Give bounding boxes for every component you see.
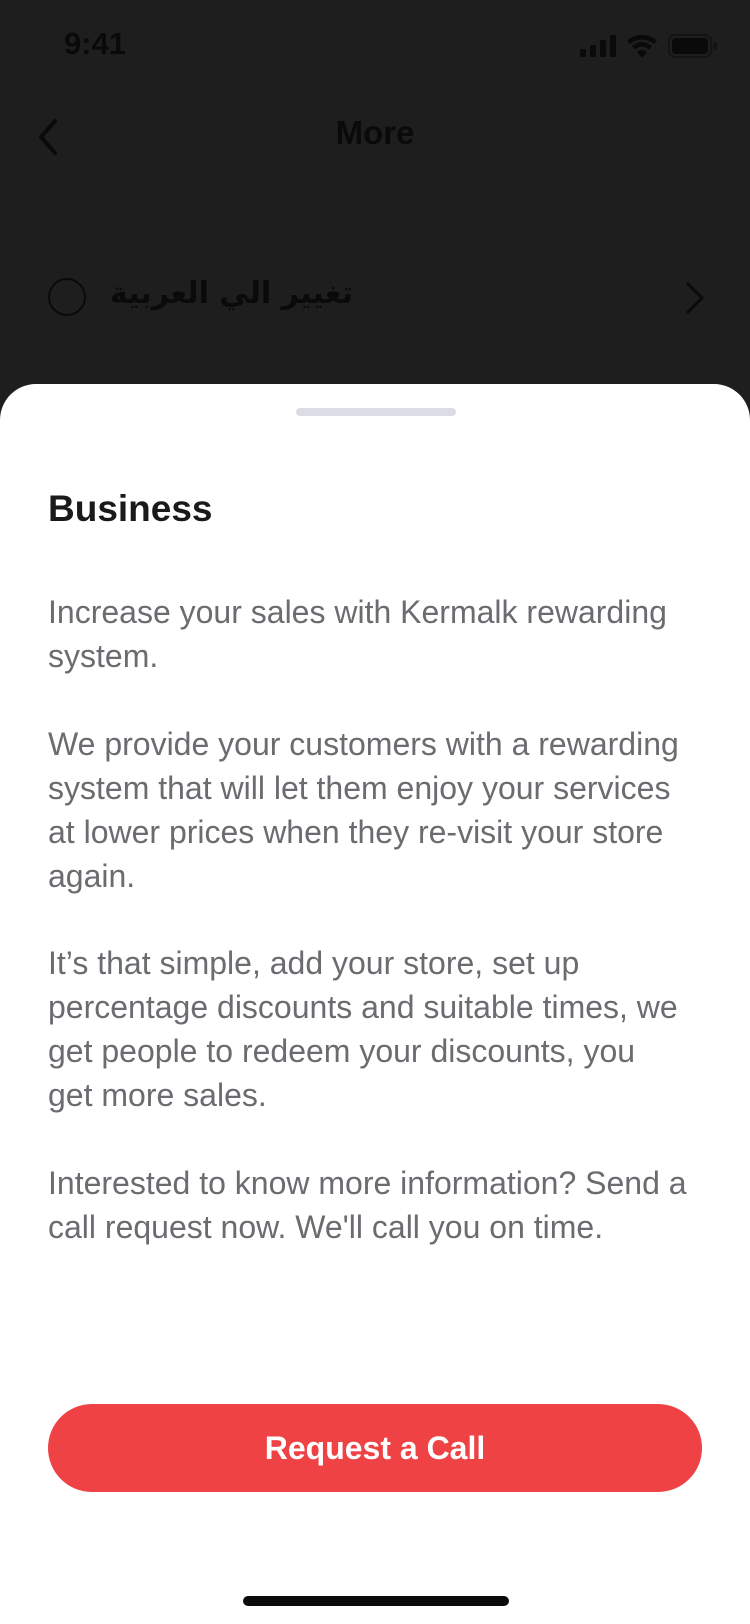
nav-bar: More bbox=[0, 90, 750, 180]
sheet-paragraph: Increase your sales with Kermalk rewardi… bbox=[48, 594, 667, 674]
sheet-paragraph: Interested to know more information? Sen… bbox=[48, 1165, 687, 1245]
sheet-paragraph: We provide your customers with a rewardi… bbox=[48, 726, 679, 894]
status-icons bbox=[580, 34, 718, 58]
wifi-icon bbox=[627, 34, 657, 58]
sheet-grabber[interactable] bbox=[296, 408, 456, 416]
business-bottom-sheet: Business Increase your sales with Kermal… bbox=[0, 384, 750, 1624]
home-indicator bbox=[243, 1596, 509, 1606]
chevron-right-icon bbox=[686, 282, 704, 314]
sheet-title: Business bbox=[48, 488, 213, 529]
cellular-signal-icon bbox=[580, 35, 616, 57]
language-row-label: تغيير الي العربية bbox=[110, 276, 353, 311]
battery-icon bbox=[668, 34, 717, 58]
language-row[interactable]: تغيير الي العربية bbox=[48, 270, 708, 326]
status-bar: 9:41 bbox=[0, 0, 750, 90]
request-call-button[interactable]: Request a Call bbox=[48, 1404, 702, 1492]
sheet-paragraph: It’s that simple, add your store, set up… bbox=[48, 945, 678, 1113]
globe-icon bbox=[48, 278, 86, 316]
page-title: More bbox=[335, 114, 415, 151]
status-time: 9:41 bbox=[64, 26, 127, 61]
